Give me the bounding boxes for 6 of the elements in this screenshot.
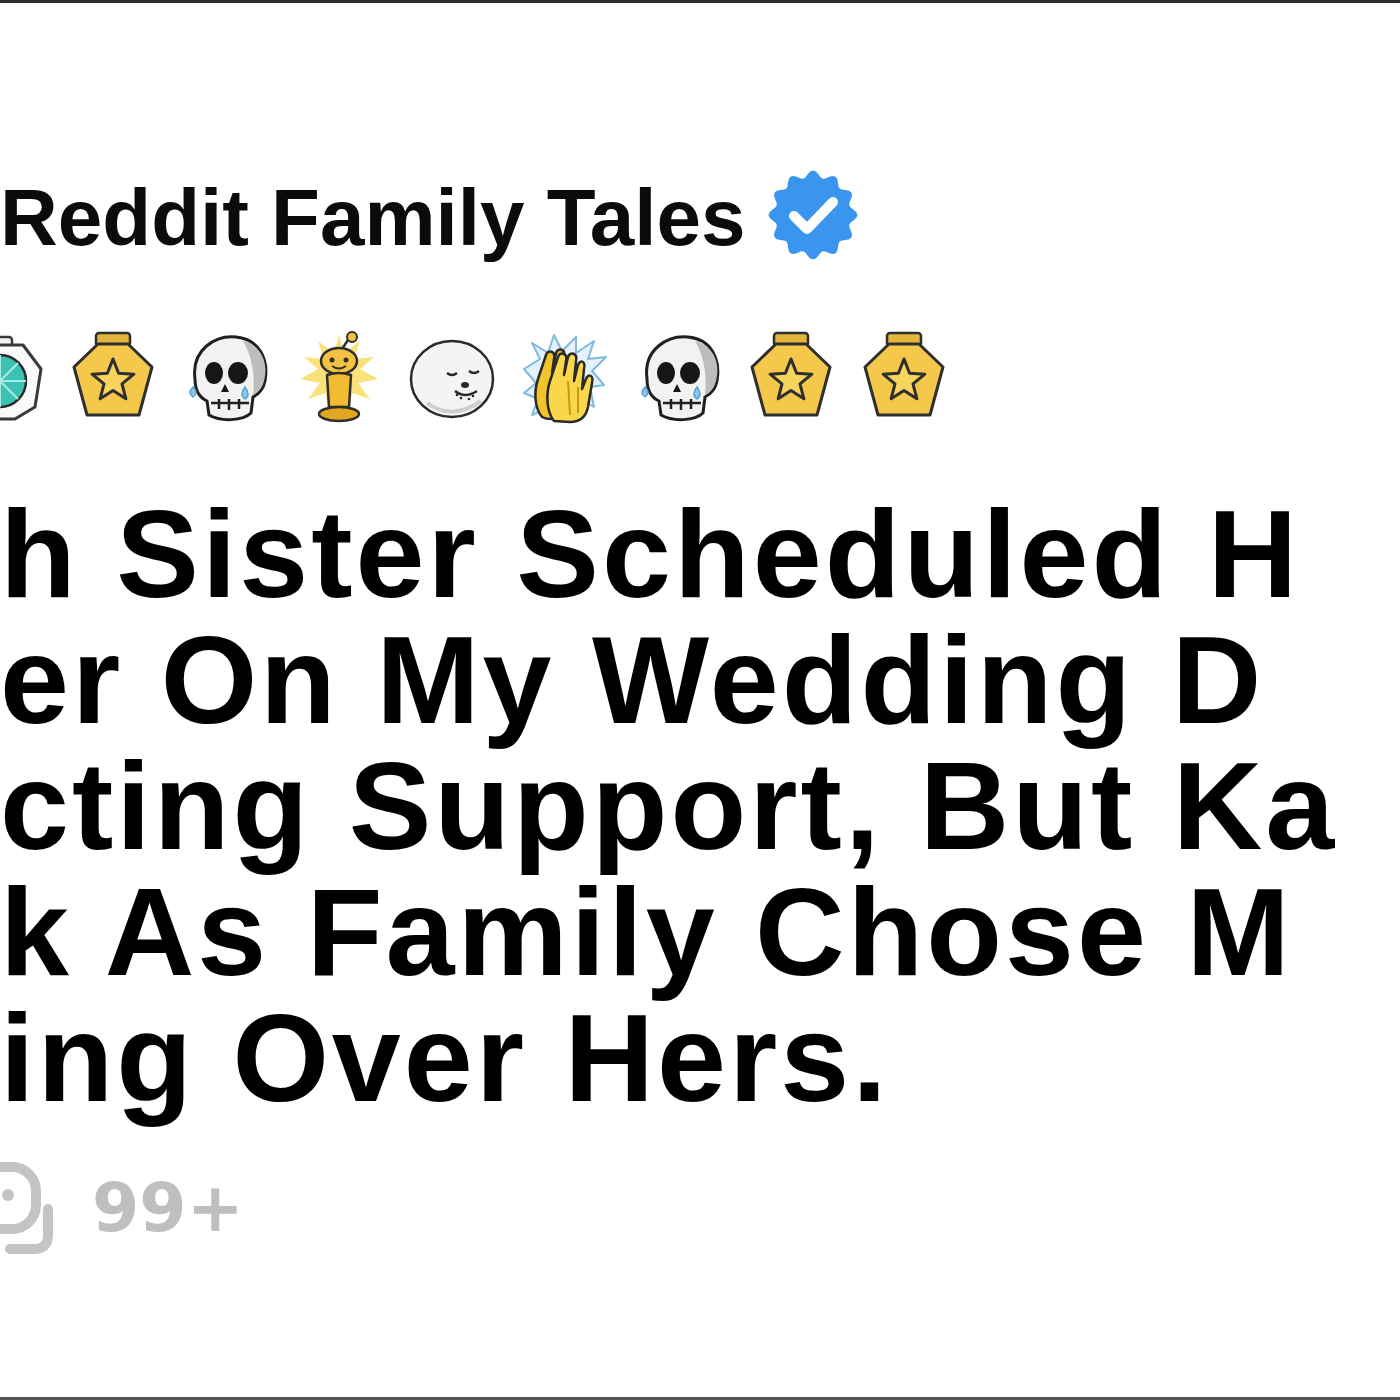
headline-text: k As Family Chose M (0, 877, 1294, 1003)
headline-text: er On My Wedding D (0, 625, 1266, 751)
headline-text: h Sister Scheduled H (0, 499, 1302, 625)
comment-button[interactable]: 99+ (0, 1159, 244, 1255)
headline-text: cting Support, But Ka (0, 751, 1339, 877)
headline-text: ing Over Hers. (0, 1003, 891, 1129)
